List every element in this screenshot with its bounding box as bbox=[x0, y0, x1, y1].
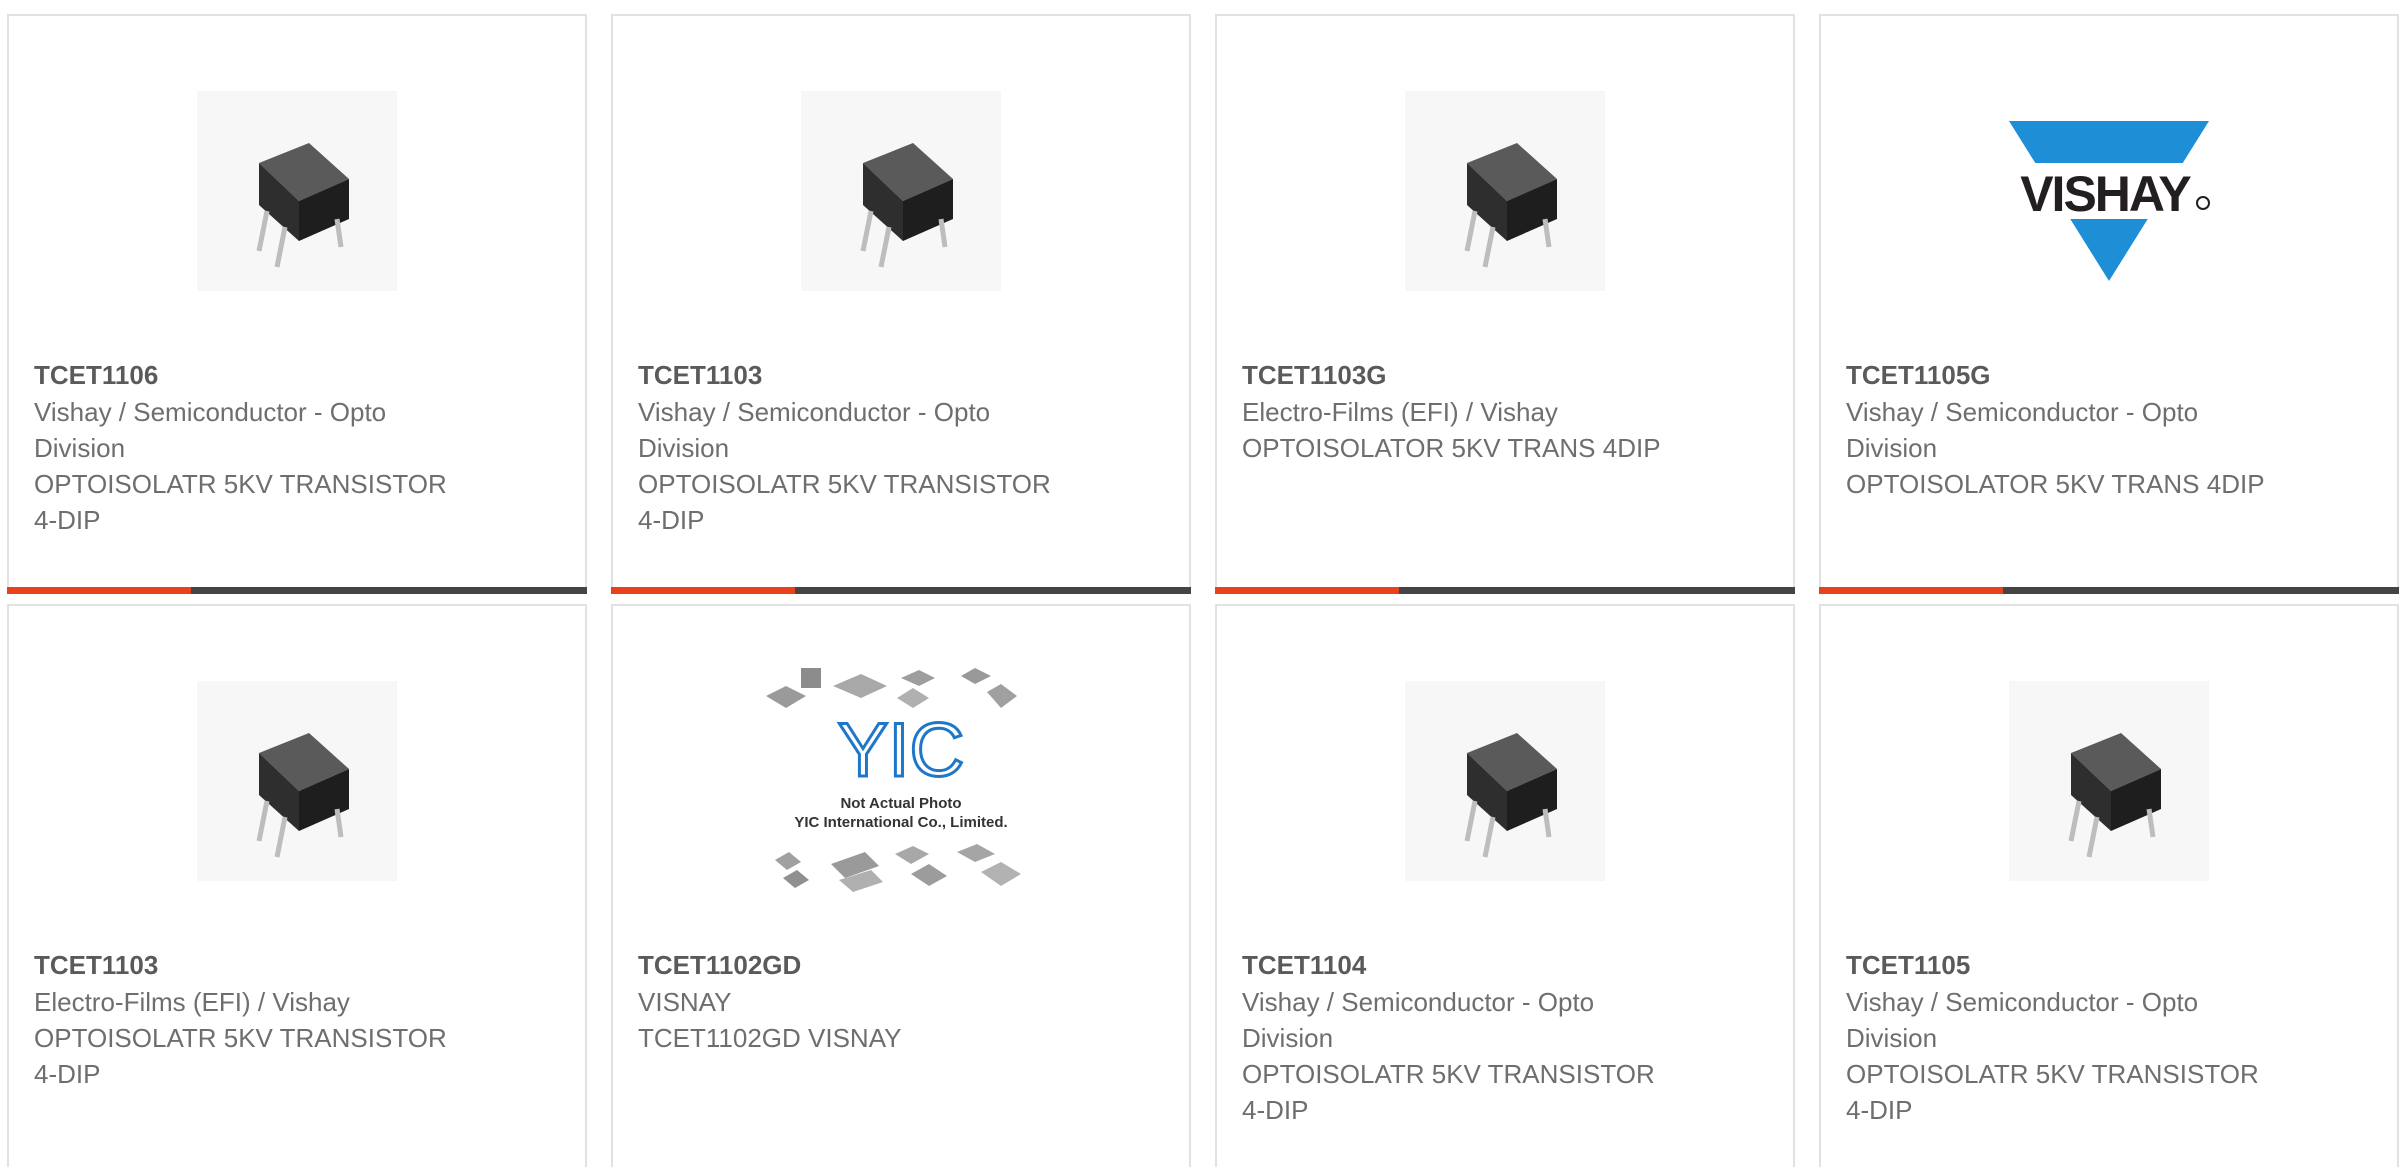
optocoupler-icon bbox=[1405, 681, 1605, 881]
description: OPTOISOLATR 5KV TRANSISTOR 4-DIP bbox=[34, 1023, 447, 1089]
product-image[interactable] bbox=[1821, 656, 2397, 906]
optocoupler-icon bbox=[1405, 91, 1605, 291]
product-image[interactable] bbox=[9, 656, 585, 906]
product-card[interactable]: YIC Not Actual Photo YIC International C… bbox=[611, 604, 1191, 1167]
product-image[interactable] bbox=[613, 66, 1189, 316]
description: TCET1102GD VISNAY bbox=[638, 1023, 902, 1053]
description: OPTOISOLATR 5KV TRANSISTOR 4-DIP bbox=[34, 469, 447, 535]
optocoupler-icon bbox=[197, 681, 397, 881]
description: OPTOISOLATR 5KV TRANSISTOR 4-DIP bbox=[1242, 1059, 1655, 1125]
card-bottom-bar bbox=[1215, 587, 1795, 594]
vishay-logo: VISHAY bbox=[1999, 121, 2219, 281]
part-number[interactable]: TCET1102GD bbox=[638, 947, 801, 983]
product-card[interactable]: TCET1103 Electro-Films (EFI) / Vishay OP… bbox=[7, 604, 587, 1167]
product-card[interactable]: TCET1104 Vishay / Semiconductor - Opto D… bbox=[1215, 604, 1795, 1167]
manufacturer: Vishay / Semiconductor - Opto Division bbox=[34, 397, 387, 463]
manufacturer: Vishay / Semiconductor - Opto Division bbox=[1846, 987, 2199, 1053]
part-number[interactable]: TCET1103 bbox=[34, 947, 158, 983]
product-image[interactable] bbox=[9, 66, 585, 316]
card-bottom-bar bbox=[1819, 587, 2399, 594]
product-card[interactable]: TCET1106 Vishay / Semiconductor - Opto D… bbox=[7, 14, 587, 594]
description: OPTOISOLATR 5KV TRANSISTOR 4-DIP bbox=[1846, 1059, 2259, 1125]
description: OPTOISOLATOR 5KV TRANS 4DIP bbox=[1242, 433, 1661, 463]
card-accent bbox=[1215, 587, 1399, 594]
product-grid: TCET1106 Vishay / Semiconductor - Opto D… bbox=[0, 0, 2400, 1167]
product-card[interactable]: TCET1103 Vishay / Semiconductor - Opto D… bbox=[611, 14, 1191, 594]
product-image[interactable] bbox=[1217, 66, 1793, 316]
part-number[interactable]: TCET1105 bbox=[1846, 947, 1970, 983]
card-accent bbox=[7, 587, 191, 594]
product-card[interactable]: TCET1105 Vishay / Semiconductor - Opto D… bbox=[1819, 604, 2399, 1167]
product-image[interactable]: VISHAY bbox=[1821, 66, 2397, 316]
svg-text:VISHAY: VISHAY bbox=[2020, 166, 2191, 222]
part-number[interactable]: TCET1103 bbox=[638, 357, 762, 393]
svg-text:YIC International Co., Limited: YIC International Co., Limited. bbox=[794, 814, 1007, 831]
card-accent bbox=[611, 587, 795, 594]
optocoupler-icon bbox=[197, 91, 397, 291]
manufacturer: Vishay / Semiconductor - Opto Division bbox=[638, 397, 991, 463]
product-card[interactable]: TCET1103G Electro-Films (EFI) / Vishay O… bbox=[1215, 14, 1795, 594]
product-image[interactable] bbox=[1217, 656, 1793, 906]
card-accent bbox=[1819, 587, 2003, 594]
svg-text:YIC: YIC bbox=[838, 708, 965, 793]
part-number[interactable]: TCET1103G bbox=[1242, 357, 1387, 393]
optocoupler-icon bbox=[801, 91, 1001, 291]
card-bottom-bar bbox=[7, 587, 587, 594]
product-card[interactable]: VISHAY TCET1105G Vishay / Semiconductor … bbox=[1819, 14, 2399, 594]
description: OPTOISOLATOR 5KV TRANS 4DIP bbox=[1846, 469, 2265, 499]
manufacturer: Vishay / Semiconductor - Opto Division bbox=[1242, 987, 1595, 1053]
card-bottom-bar bbox=[611, 587, 1191, 594]
manufacturer: Electro-Films (EFI) / Vishay bbox=[1242, 397, 1558, 427]
manufacturer: Vishay / Semiconductor - Opto Division bbox=[1846, 397, 2199, 463]
manufacturer: Electro-Films (EFI) / Vishay bbox=[34, 987, 350, 1017]
yic-placeholder-image: YIC Not Actual Photo YIC International C… bbox=[766, 668, 1021, 892]
svg-text:Not Actual Photo: Not Actual Photo bbox=[840, 795, 961, 812]
part-number[interactable]: TCET1106 bbox=[34, 357, 158, 393]
optocoupler-icon bbox=[2009, 681, 2209, 881]
manufacturer: VISNAY bbox=[638, 987, 732, 1017]
product-image[interactable]: YIC Not Actual Photo YIC International C… bbox=[613, 656, 1189, 906]
part-number[interactable]: TCET1105G bbox=[1846, 357, 1991, 393]
description: OPTOISOLATR 5KV TRANSISTOR 4-DIP bbox=[638, 469, 1051, 535]
part-number[interactable]: TCET1104 bbox=[1242, 947, 1366, 983]
